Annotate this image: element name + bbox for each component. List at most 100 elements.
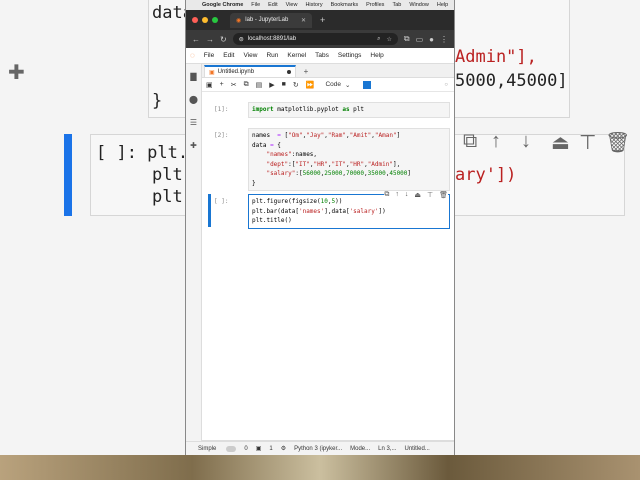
close-tab-icon[interactable]: ✕ (301, 17, 306, 24)
table-of-contents-icon[interactable]: ☰ (190, 118, 197, 127)
site-info-icon[interactable]: ⊜ (239, 36, 244, 43)
copy-icon[interactable]: ⧉ (244, 81, 249, 89)
kernel-settings-icon: ⚙ (280, 446, 287, 452)
chevron-down-icon: ⌄ (344, 81, 351, 89)
move-down-icon[interactable]: ↓ (405, 191, 409, 199)
cell-type-select[interactable]: Code ⌄ (325, 81, 350, 89)
menu-kernel[interactable]: Kernel (287, 52, 306, 59)
cursor-position[interactable]: Ln 3,... (378, 446, 396, 452)
file-browser-icon[interactable]: ▇ (190, 72, 196, 81)
save-icon[interactable]: ▣ (206, 81, 213, 89)
running-kernels-icon[interactable]: ⬤ (189, 95, 198, 104)
notebook-area: ▣ Untitled.ipynb + ▣ + ✂ ⧉ ▤ ▶ ■ ↻ ⏩ Cod… (202, 64, 454, 441)
reload-icon[interactable]: ↻ (220, 35, 227, 44)
back-icon[interactable]: ← (192, 35, 200, 44)
more-menu-icon[interactable]: ⋮ (440, 35, 448, 44)
mac-menu-profiles[interactable]: Profiles (366, 2, 384, 8)
kernel-name[interactable]: Python 3 (ipyker... (294, 446, 342, 452)
status-bar: Simple 0 ▣ 1 ⚙ Python 3 (ipyker... Mode.… (186, 441, 454, 455)
insert-below-icon[interactable]: ⊤ (427, 191, 433, 199)
cell-editor[interactable]: names = ["Om","Jay","Ram","Amit","Aman"]… (248, 128, 450, 191)
forward-icon[interactable]: → (206, 35, 214, 44)
bg-up-arrow-icon: ↑ (491, 130, 501, 152)
new-tab-button[interactable]: + (320, 15, 325, 25)
mac-menu-history[interactable]: History (305, 2, 322, 8)
mac-menu-bookmarks[interactable]: Bookmarks (331, 2, 359, 8)
insert-above-icon[interactable]: ⏏ (414, 191, 421, 199)
browser-tab[interactable]: ◉ lab - JupyterLab ✕ (230, 12, 312, 28)
bg-trash-icon: 🗑 (605, 132, 631, 154)
mac-menu-window[interactable]: Window (409, 2, 429, 8)
cut-icon[interactable]: ✂ (231, 81, 237, 89)
jupyter-logo-icon: ◌ (190, 51, 195, 60)
cell-type-value: Code (325, 81, 341, 88)
zoom-icon[interactable]: ⌕ (377, 36, 380, 43)
bg-insert-below-icon: ⊤ (579, 132, 597, 154)
new-launcher-button[interactable]: + (300, 65, 312, 77)
bg-text-ary: ary']) (455, 165, 517, 185)
profile-icon[interactable]: ● (429, 35, 434, 44)
cell-toolbar: ⧉ ↑ ↓ ⏏ ⊤ 🗑 (384, 191, 448, 199)
background-desk (0, 455, 640, 480)
menu-tabs[interactable]: Tabs (315, 52, 329, 59)
maximize-window-button[interactable] (212, 17, 218, 23)
menu-help[interactable]: Help (370, 52, 383, 59)
paste-icon[interactable]: ▤ (256, 81, 263, 89)
mac-menu-file[interactable]: File (251, 2, 260, 8)
bg-line-2: plt. (152, 165, 185, 185)
simple-mode-toggle[interactable] (226, 445, 237, 452)
bg-line-3: plt. (152, 187, 185, 207)
insert-cell-icon[interactable]: + (220, 81, 224, 88)
move-up-icon[interactable]: ↑ (395, 191, 399, 199)
mac-menu-view[interactable]: View (286, 2, 298, 8)
tab-favicon-icon: ◉ (236, 17, 242, 24)
property-inspector-icon[interactable] (363, 80, 372, 89)
mac-app-name[interactable]: Google Chrome (202, 2, 243, 8)
menu-edit[interactable]: Edit (223, 52, 234, 59)
status-kernels-count[interactable]: 1 (269, 446, 272, 452)
code-cell[interactable]: [2]: names = ["Om","Jay","Ram","Amit","A… (206, 128, 450, 191)
menu-view[interactable]: View (243, 52, 257, 59)
url-field[interactable]: ⊜ localhost:8891/lab ⌕ ☆ (232, 33, 398, 45)
jupyter-menubar: ◌ File Edit View Run Kernel Tabs Setting… (186, 48, 454, 64)
active-code-cell[interactable]: [ ]: plt.figure(figsize(10,5)) plt.bar(d… (206, 191, 450, 230)
status-terminals-count[interactable]: 0 (244, 446, 247, 452)
bg-insert-above-icon: ⏏ (551, 132, 570, 154)
url-text: localhost:8891/lab (247, 36, 297, 42)
delete-cell-icon[interactable]: 🗑 (439, 191, 448, 199)
kernel-status-icon: ○ (444, 81, 448, 88)
bg-text-data: data (152, 3, 185, 23)
close-window-button[interactable] (192, 17, 198, 23)
cell-editor[interactable]: import matplotlib.pyplot as plt (248, 102, 450, 118)
editor-mode[interactable]: Mode... (350, 446, 370, 452)
bookmark-star-icon[interactable]: ☆ (386, 36, 391, 43)
cell-prompt: [1]: (214, 106, 229, 113)
mac-menu-edit[interactable]: Edit (268, 2, 277, 8)
bg-text-admin: Admin"], (455, 47, 537, 67)
sidepanel-icon[interactable]: ▭ (416, 35, 424, 44)
left-sidebar: ▇ ⬤ ☰ ✚ (186, 64, 202, 441)
minimize-window-button[interactable] (202, 17, 208, 23)
mac-menubar: Google Chrome File Edit View History Boo… (186, 0, 454, 10)
stop-icon[interactable]: ■ (282, 81, 286, 88)
extensions-puzzle-icon[interactable]: ✚ (190, 141, 197, 150)
cell-editor[interactable]: plt.figure(figsize(10,5)) plt.bar(data['… (248, 194, 450, 229)
puzzle-icon: ✚ (8, 62, 25, 84)
mac-menu-tab[interactable]: Tab (392, 2, 401, 8)
active-cell-indicator (208, 194, 211, 227)
restart-icon[interactable]: ↻ (293, 81, 299, 89)
cell-prompt: [ ]: (214, 198, 229, 205)
mac-menu-help[interactable]: Help (437, 2, 448, 8)
fast-forward-icon[interactable]: ⏩ (306, 81, 315, 89)
run-icon[interactable]: ▶ (269, 81, 274, 89)
extensions-icon[interactable]: ⧉ (404, 34, 410, 44)
bg-copy-icon: ⧉ (463, 130, 478, 152)
unsaved-dot-icon[interactable] (287, 70, 291, 74)
duplicate-cell-icon[interactable]: ⧉ (384, 191, 389, 199)
code-cell[interactable]: [1]: import matplotlib.pyplot as plt (206, 102, 450, 118)
menu-run[interactable]: Run (266, 52, 278, 59)
bg-text-salary: 5000,45000] (455, 71, 568, 91)
menu-file[interactable]: File (204, 52, 214, 59)
notebook-tab[interactable]: ▣ Untitled.ipynb (204, 65, 296, 77)
menu-settings[interactable]: Settings (338, 52, 362, 59)
